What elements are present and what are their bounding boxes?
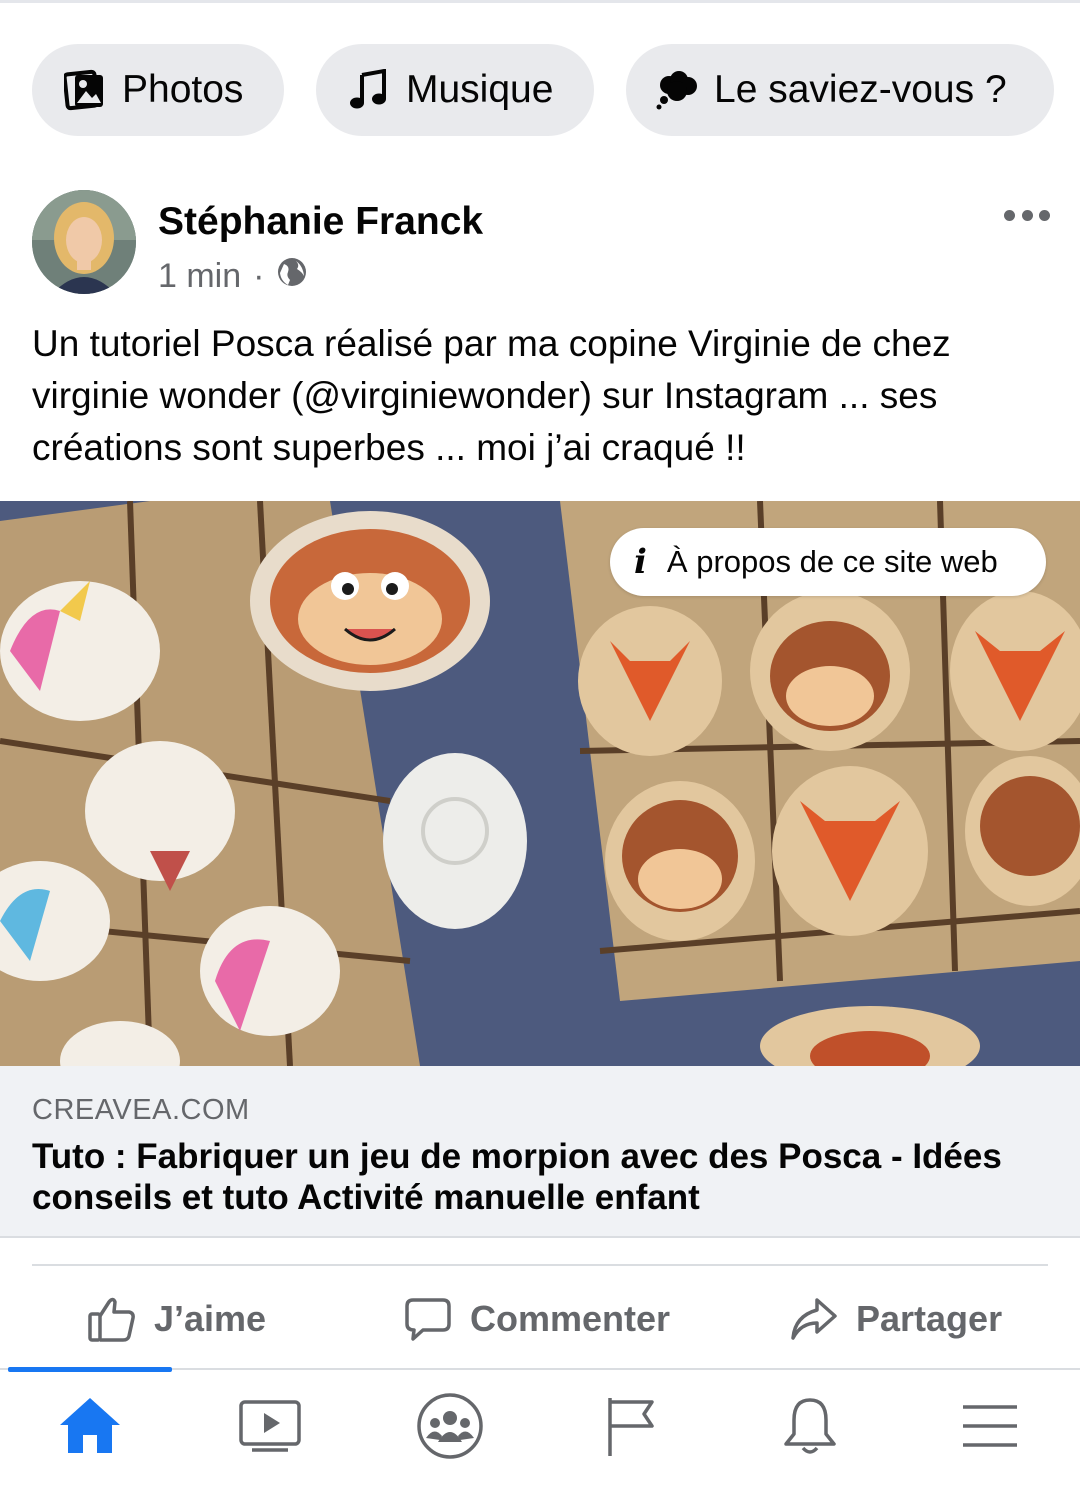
did-you-know-chip-label: Le saviez-vous ? [714, 68, 1007, 111]
about-website-button[interactable]: i À propos de ce site web [610, 528, 1046, 596]
music-chip[interactable]: Musique [316, 44, 594, 136]
nav-pages[interactable] [594, 1392, 666, 1464]
thumbs-up-icon [86, 1293, 138, 1345]
like-button[interactable]: J’aime [86, 1286, 266, 1352]
photos-chip[interactable]: Photos [32, 44, 284, 136]
share-label: Partager [856, 1298, 1003, 1339]
nav-home[interactable] [54, 1392, 126, 1464]
did-you-know-chip[interactable]: Le saviez-vous ? [626, 44, 1054, 136]
like-label: J’aime [154, 1298, 267, 1339]
top-divider [0, 0, 1080, 3]
watch-icon [238, 1396, 302, 1461]
nav-watch[interactable] [234, 1392, 306, 1464]
thought-bubble-icon [654, 67, 700, 113]
home-icon [57, 1395, 123, 1462]
comment-label: Commenter [470, 1298, 671, 1339]
nav-groups[interactable] [414, 1392, 486, 1464]
music-note-icon [346, 67, 392, 113]
link-title: Tuto : Fabriquer un jeu de morpion avec … [32, 1137, 1002, 1217]
music-chip-label: Musique [406, 68, 554, 111]
comment-bubble-icon [402, 1293, 454, 1345]
post-text: Un tutoriel Posca réalisé par ma copine … [32, 323, 951, 468]
post-time[interactable]: 1 min [158, 257, 241, 296]
about-website-label: À propos de ce site web [666, 544, 998, 579]
nav-notifications[interactable] [774, 1392, 846, 1464]
link-preview[interactable]: CREAVEA.COM Tuto : Fabriquer un jeu de m… [0, 1066, 1080, 1238]
menu-icon [961, 1401, 1019, 1456]
more-options-button[interactable] [1004, 200, 1050, 230]
actions-divider [32, 1264, 1048, 1266]
share-arrow-icon [788, 1293, 840, 1345]
photos-chip-label: Photos [122, 68, 244, 111]
globe-icon [276, 256, 308, 297]
post-author[interactable]: Stéphanie Franck [158, 200, 483, 244]
notifications-bell-icon [780, 1394, 840, 1463]
photos-icon [62, 67, 108, 113]
share-button[interactable]: Partager [788, 1286, 1002, 1352]
nav-active-indicator [8, 1367, 172, 1372]
bottom-nav [0, 1367, 1080, 1485]
info-icon: i [634, 542, 647, 582]
avatar[interactable] [32, 190, 136, 294]
pages-flag-icon [602, 1394, 658, 1463]
post-meta: 1 min · [158, 256, 308, 297]
link-domain: CREAVEA.COM [32, 1094, 250, 1126]
nav-menu[interactable] [954, 1392, 1026, 1464]
meta-separator: · [253, 257, 265, 295]
groups-icon [416, 1392, 484, 1465]
comment-button[interactable]: Commenter [402, 1286, 670, 1352]
